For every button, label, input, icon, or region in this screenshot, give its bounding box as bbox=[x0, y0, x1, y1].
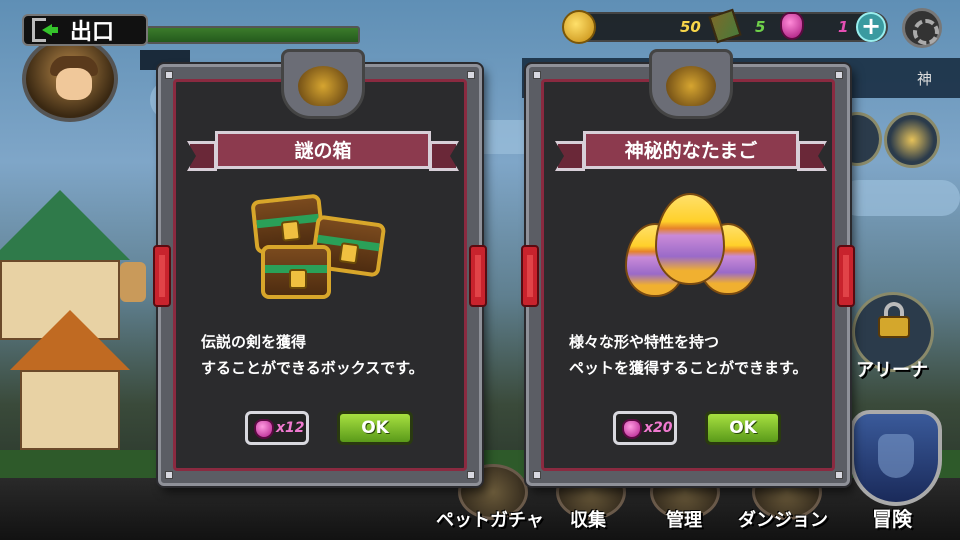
gem-icon bbox=[780, 12, 804, 40]
gem-cost: x20 bbox=[644, 420, 673, 436]
nav-dungeon[interactable]: ダンジョン bbox=[738, 506, 828, 532]
green-resource-count: 5 bbox=[755, 18, 766, 36]
scarecrow bbox=[120, 262, 146, 302]
arena-label: アリーナ bbox=[856, 360, 928, 381]
side-tab-left bbox=[521, 245, 539, 307]
exit-label: 出口 bbox=[70, 19, 115, 44]
chest-icon bbox=[261, 245, 331, 299]
side-tab-right bbox=[837, 245, 855, 307]
cloud bbox=[840, 180, 960, 216]
nav-pet-gacha[interactable]: ペットガチャ bbox=[436, 506, 544, 532]
player-avatar[interactable] bbox=[22, 36, 118, 122]
dialog-description: 様々な形や特性を持つ ペットを獲得することができます。 bbox=[569, 333, 808, 377]
mystery-eggs-art bbox=[625, 193, 765, 305]
nav-collection[interactable]: 収集 bbox=[570, 506, 606, 532]
rivet bbox=[467, 471, 475, 479]
rivet bbox=[835, 471, 843, 479]
mystery-box-dialog: 謎の箱 伝説の剣を獲得 することができるボックスです。 x12 OK bbox=[153, 49, 487, 486]
medal-button[interactable] bbox=[884, 112, 940, 168]
gem-cost: x12 bbox=[276, 420, 305, 436]
side-tab-left bbox=[153, 245, 171, 307]
hp-bar-fill bbox=[148, 28, 358, 42]
avatar-face bbox=[56, 68, 92, 100]
rivet bbox=[165, 471, 173, 479]
exit-button[interactable]: 出口 bbox=[22, 14, 148, 46]
rivet bbox=[533, 471, 541, 479]
gem-count: 1 bbox=[838, 18, 849, 36]
title-banner: 神秘的なたまご bbox=[555, 131, 827, 171]
plus-icon: + bbox=[860, 12, 882, 40]
shield-icon[interactable] bbox=[850, 410, 942, 506]
ok-button[interactable]: OK bbox=[337, 411, 413, 445]
dialog-title: 謎の箱 bbox=[294, 140, 352, 162]
nav-manage[interactable]: 管理 bbox=[666, 506, 702, 532]
gold-count: 50 bbox=[680, 18, 701, 36]
dialog-description: 伝説の剣を獲得 することができるボックスです。 bbox=[201, 333, 424, 377]
ok-button[interactable]: OK bbox=[705, 411, 781, 445]
rivet bbox=[835, 71, 843, 79]
exit-icon bbox=[32, 18, 58, 42]
helmet-emblem-icon bbox=[649, 49, 733, 119]
gem-icon bbox=[254, 419, 274, 439]
rivet bbox=[533, 71, 541, 79]
hp-bar bbox=[146, 26, 360, 44]
lock-icon bbox=[874, 302, 914, 338]
gem-cost-button[interactable]: x20 bbox=[613, 411, 677, 445]
treasure-chests-art bbox=[250, 193, 393, 307]
gem-icon bbox=[622, 419, 642, 439]
side-strip-text: 神 bbox=[916, 70, 932, 88]
sword-emblem-icon bbox=[281, 49, 365, 119]
nav-adventure[interactable]: 冒険 bbox=[872, 503, 912, 532]
rivet bbox=[467, 71, 475, 79]
coin-icon bbox=[562, 10, 596, 44]
side-tab-right bbox=[469, 245, 487, 307]
mystery-egg-dialog: 神秘的なたまご 様々な形や特性を持つ ペットを獲得することができます。 x20 … bbox=[521, 49, 855, 486]
egg-icon bbox=[655, 193, 725, 285]
gem-cost-button[interactable]: x12 bbox=[245, 411, 309, 445]
title-banner: 謎の箱 bbox=[187, 131, 459, 171]
rivet bbox=[165, 71, 173, 79]
settings-gear-button[interactable] bbox=[902, 8, 942, 48]
dialog-title: 神秘的なたまご bbox=[624, 140, 758, 162]
add-gems-button[interactable]: + bbox=[856, 12, 886, 42]
